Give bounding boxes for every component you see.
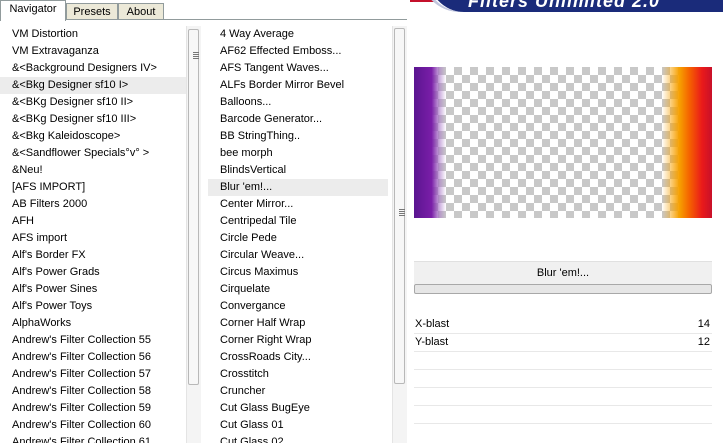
filter-scrollbar[interactable] bbox=[392, 26, 407, 443]
category-item[interactable]: &Neu! bbox=[0, 162, 186, 179]
category-item[interactable]: Alf's Power Toys bbox=[0, 298, 186, 315]
category-item[interactable]: &<Bkg Kaleidoscope> bbox=[0, 128, 186, 145]
category-item[interactable]: VM Distortion bbox=[0, 26, 186, 43]
category-item[interactable]: AB Filters 2000 bbox=[0, 196, 186, 213]
preview-right-gradient bbox=[662, 67, 712, 218]
category-item[interactable]: &<Sandflower Specials°v° > bbox=[0, 145, 186, 162]
filter-item[interactable]: Circus Maximus bbox=[208, 264, 388, 281]
filter-item[interactable]: CrossRoads City... bbox=[208, 349, 388, 366]
filter-item[interactable]: Crosstitch bbox=[208, 366, 388, 383]
filter-item[interactable]: bee morph bbox=[208, 145, 388, 162]
filter-item[interactable]: Convergance bbox=[208, 298, 388, 315]
filter-preview bbox=[414, 67, 712, 218]
filter-item[interactable]: Cruncher bbox=[208, 383, 388, 400]
filter-item[interactable]: BlindsVertical bbox=[208, 162, 388, 179]
grip-lines-icon bbox=[191, 52, 199, 61]
category-item[interactable]: Andrew's Filter Collection 61 bbox=[0, 434, 186, 443]
category-item[interactable]: Alf's Border FX bbox=[0, 247, 186, 264]
filter-item[interactable]: Cut Glass 02 bbox=[208, 434, 388, 443]
category-list[interactable]: VM Distortion VM Extravaganza &<Background… bbox=[0, 26, 186, 443]
filter-item[interactable]: Circle Pede bbox=[208, 230, 388, 247]
category-item[interactable]: Andrew's Filter Collection 56 bbox=[0, 349, 186, 366]
filter-list[interactable]: 4 Way Average AF62 Effected Emboss... AFS … bbox=[208, 26, 388, 443]
category-item[interactable]: &<Background Designers IV> bbox=[0, 60, 186, 77]
filter-item[interactable]: Center Mirror... bbox=[208, 196, 388, 213]
parameter-value[interactable]: 12 bbox=[698, 334, 710, 351]
filter-item[interactable]: Blur 'em!... bbox=[208, 179, 388, 196]
category-item[interactable]: Andrew's Filter Collection 59 bbox=[0, 400, 186, 417]
filter-item[interactable]: Corner Right Wrap bbox=[208, 332, 388, 349]
filter-item[interactable]: ALFs Border Mirror Bevel bbox=[208, 77, 388, 94]
tab-navigator[interactable]: Navigator bbox=[0, 0, 66, 21]
category-item[interactable]: AFH bbox=[0, 213, 186, 230]
parameter-name: X-blast bbox=[415, 318, 450, 330]
parameter-row-empty bbox=[414, 370, 712, 388]
category-item[interactable]: AFS import bbox=[0, 230, 186, 247]
parameter-row-empty bbox=[414, 406, 712, 424]
parameter-row-empty bbox=[414, 388, 712, 406]
parameter-row[interactable]: Y-blast 12 bbox=[414, 334, 712, 352]
category-item[interactable]: AlphaWorks bbox=[0, 315, 186, 332]
filter-item[interactable]: AF62 Effected Emboss... bbox=[208, 43, 388, 60]
filter-item[interactable]: Cut Glass BugEye bbox=[208, 400, 388, 417]
preview-left-gradient bbox=[414, 67, 446, 218]
filter-item[interactable]: Barcode Generator... bbox=[208, 111, 388, 128]
filter-name-button[interactable]: Blur 'em!... bbox=[414, 261, 712, 284]
app-banner: Filters Unlimited 2.0 bbox=[410, 0, 723, 12]
filter-item[interactable]: Corner Half Wrap bbox=[208, 315, 388, 332]
category-item[interactable]: &<Bkg Designer sf10 I> bbox=[0, 77, 186, 94]
category-item[interactable]: VM Extravaganza bbox=[0, 43, 186, 60]
filter-item[interactable]: 4 Way Average bbox=[208, 26, 388, 43]
category-scrollbar[interactable] bbox=[186, 26, 201, 443]
category-item[interactable]: Alf's Power Grads bbox=[0, 264, 186, 281]
parameter-row[interactable]: X-blast 14 bbox=[414, 316, 712, 334]
progress-bar bbox=[414, 284, 712, 294]
tab-presets[interactable]: Presets bbox=[66, 3, 118, 20]
filter-item[interactable]: AFS Tangent Waves... bbox=[208, 60, 388, 77]
category-scroll-thumb[interactable] bbox=[188, 29, 199, 385]
tab-about[interactable]: About bbox=[118, 3, 164, 20]
filter-item[interactable]: Centripedal Tile bbox=[208, 213, 388, 230]
parameter-row-empty bbox=[414, 352, 712, 370]
parameter-name: Y-blast bbox=[415, 336, 449, 348]
category-item[interactable]: [AFS IMPORT] bbox=[0, 179, 186, 196]
category-item[interactable]: Alf's Power Sines bbox=[0, 281, 186, 298]
filter-scroll-thumb[interactable] bbox=[394, 28, 405, 384]
filter-item[interactable]: Cirquelate bbox=[208, 281, 388, 298]
banner-title: Filters Unlimited 2.0 bbox=[468, 0, 661, 11]
filter-item[interactable]: Circular Weave... bbox=[208, 247, 388, 264]
category-item[interactable]: Andrew's Filter Collection 57 bbox=[0, 366, 186, 383]
filter-item[interactable]: Cut Glass 01 bbox=[208, 417, 388, 434]
filter-item[interactable]: BB StringThing.. bbox=[208, 128, 388, 145]
filter-item[interactable]: Balloons... bbox=[208, 94, 388, 111]
category-item[interactable]: &<BKg Designer sf10 II> bbox=[0, 94, 186, 111]
category-item[interactable]: Andrew's Filter Collection 60 bbox=[0, 417, 186, 434]
category-item[interactable]: Andrew's Filter Collection 55 bbox=[0, 332, 186, 349]
parameter-list: X-blast 14 Y-blast 12 bbox=[414, 316, 712, 424]
category-item[interactable]: Andrew's Filter Collection 58 bbox=[0, 383, 186, 400]
category-item[interactable]: &<BKg Designer sf10 III> bbox=[0, 111, 186, 128]
parameter-value[interactable]: 14 bbox=[698, 316, 710, 333]
grip-lines-icon bbox=[397, 209, 405, 218]
